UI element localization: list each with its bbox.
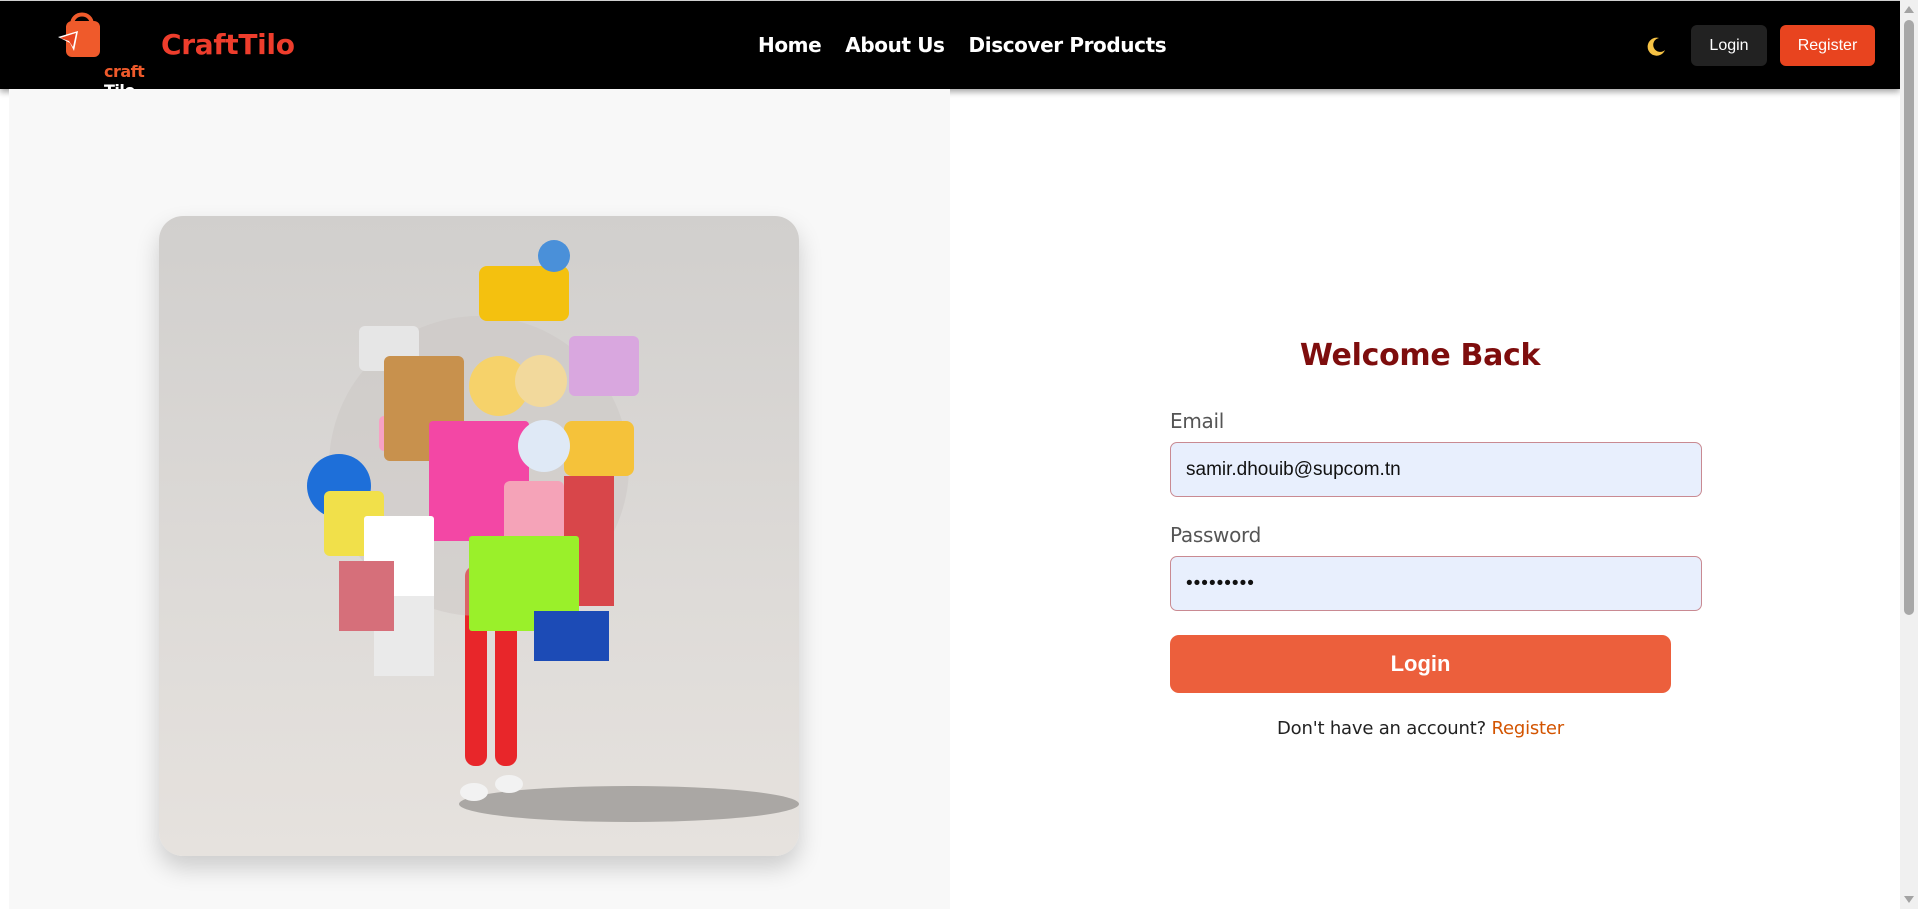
hero-panel: [9, 89, 950, 909]
logo-text-craft: craft: [104, 62, 145, 81]
signup-prompt: Don't have an account? Register: [1170, 718, 1671, 739]
email-label: Email: [1170, 409, 1224, 433]
moon-icon[interactable]: [1644, 35, 1668, 59]
nav-home-link[interactable]: Home: [758, 33, 822, 57]
login-submit-button[interactable]: Login: [1170, 635, 1671, 693]
craft-tilo-logo[interactable]: craft Tilo: [50, 7, 145, 100]
brand-name[interactable]: CraftTilo: [161, 28, 295, 61]
register-link[interactable]: Register: [1491, 718, 1564, 739]
nav-login-button[interactable]: Login: [1691, 25, 1767, 66]
vertical-scrollbar[interactable]: [1900, 0, 1918, 909]
nav-register-button[interactable]: Register: [1780, 25, 1875, 66]
signup-prompt-text: Don't have an account?: [1277, 718, 1486, 739]
nav-discover-products-link[interactable]: Discover Products: [969, 33, 1167, 57]
scroll-thumb[interactable]: [1904, 20, 1914, 615]
top-navbar: craft Tilo CraftTilo Home About Us Disco…: [0, 0, 1900, 100]
password-label: Password: [1170, 523, 1262, 547]
scroll-up-arrow-icon[interactable]: [1904, 6, 1914, 13]
password-field[interactable]: •••••••••: [1170, 556, 1702, 611]
nav-links: Home About Us Discover Products: [758, 33, 1190, 57]
shopping-bags-illustration: [159, 216, 799, 856]
nav-about-link[interactable]: About Us: [845, 33, 945, 57]
email-field[interactable]: samir.dhouib@supcom.tn: [1170, 442, 1702, 497]
welcome-title: Welcome Back: [1299, 338, 1541, 373]
shopping-bag-logo-icon: [58, 12, 100, 57]
scroll-down-arrow-icon[interactable]: [1904, 896, 1914, 903]
